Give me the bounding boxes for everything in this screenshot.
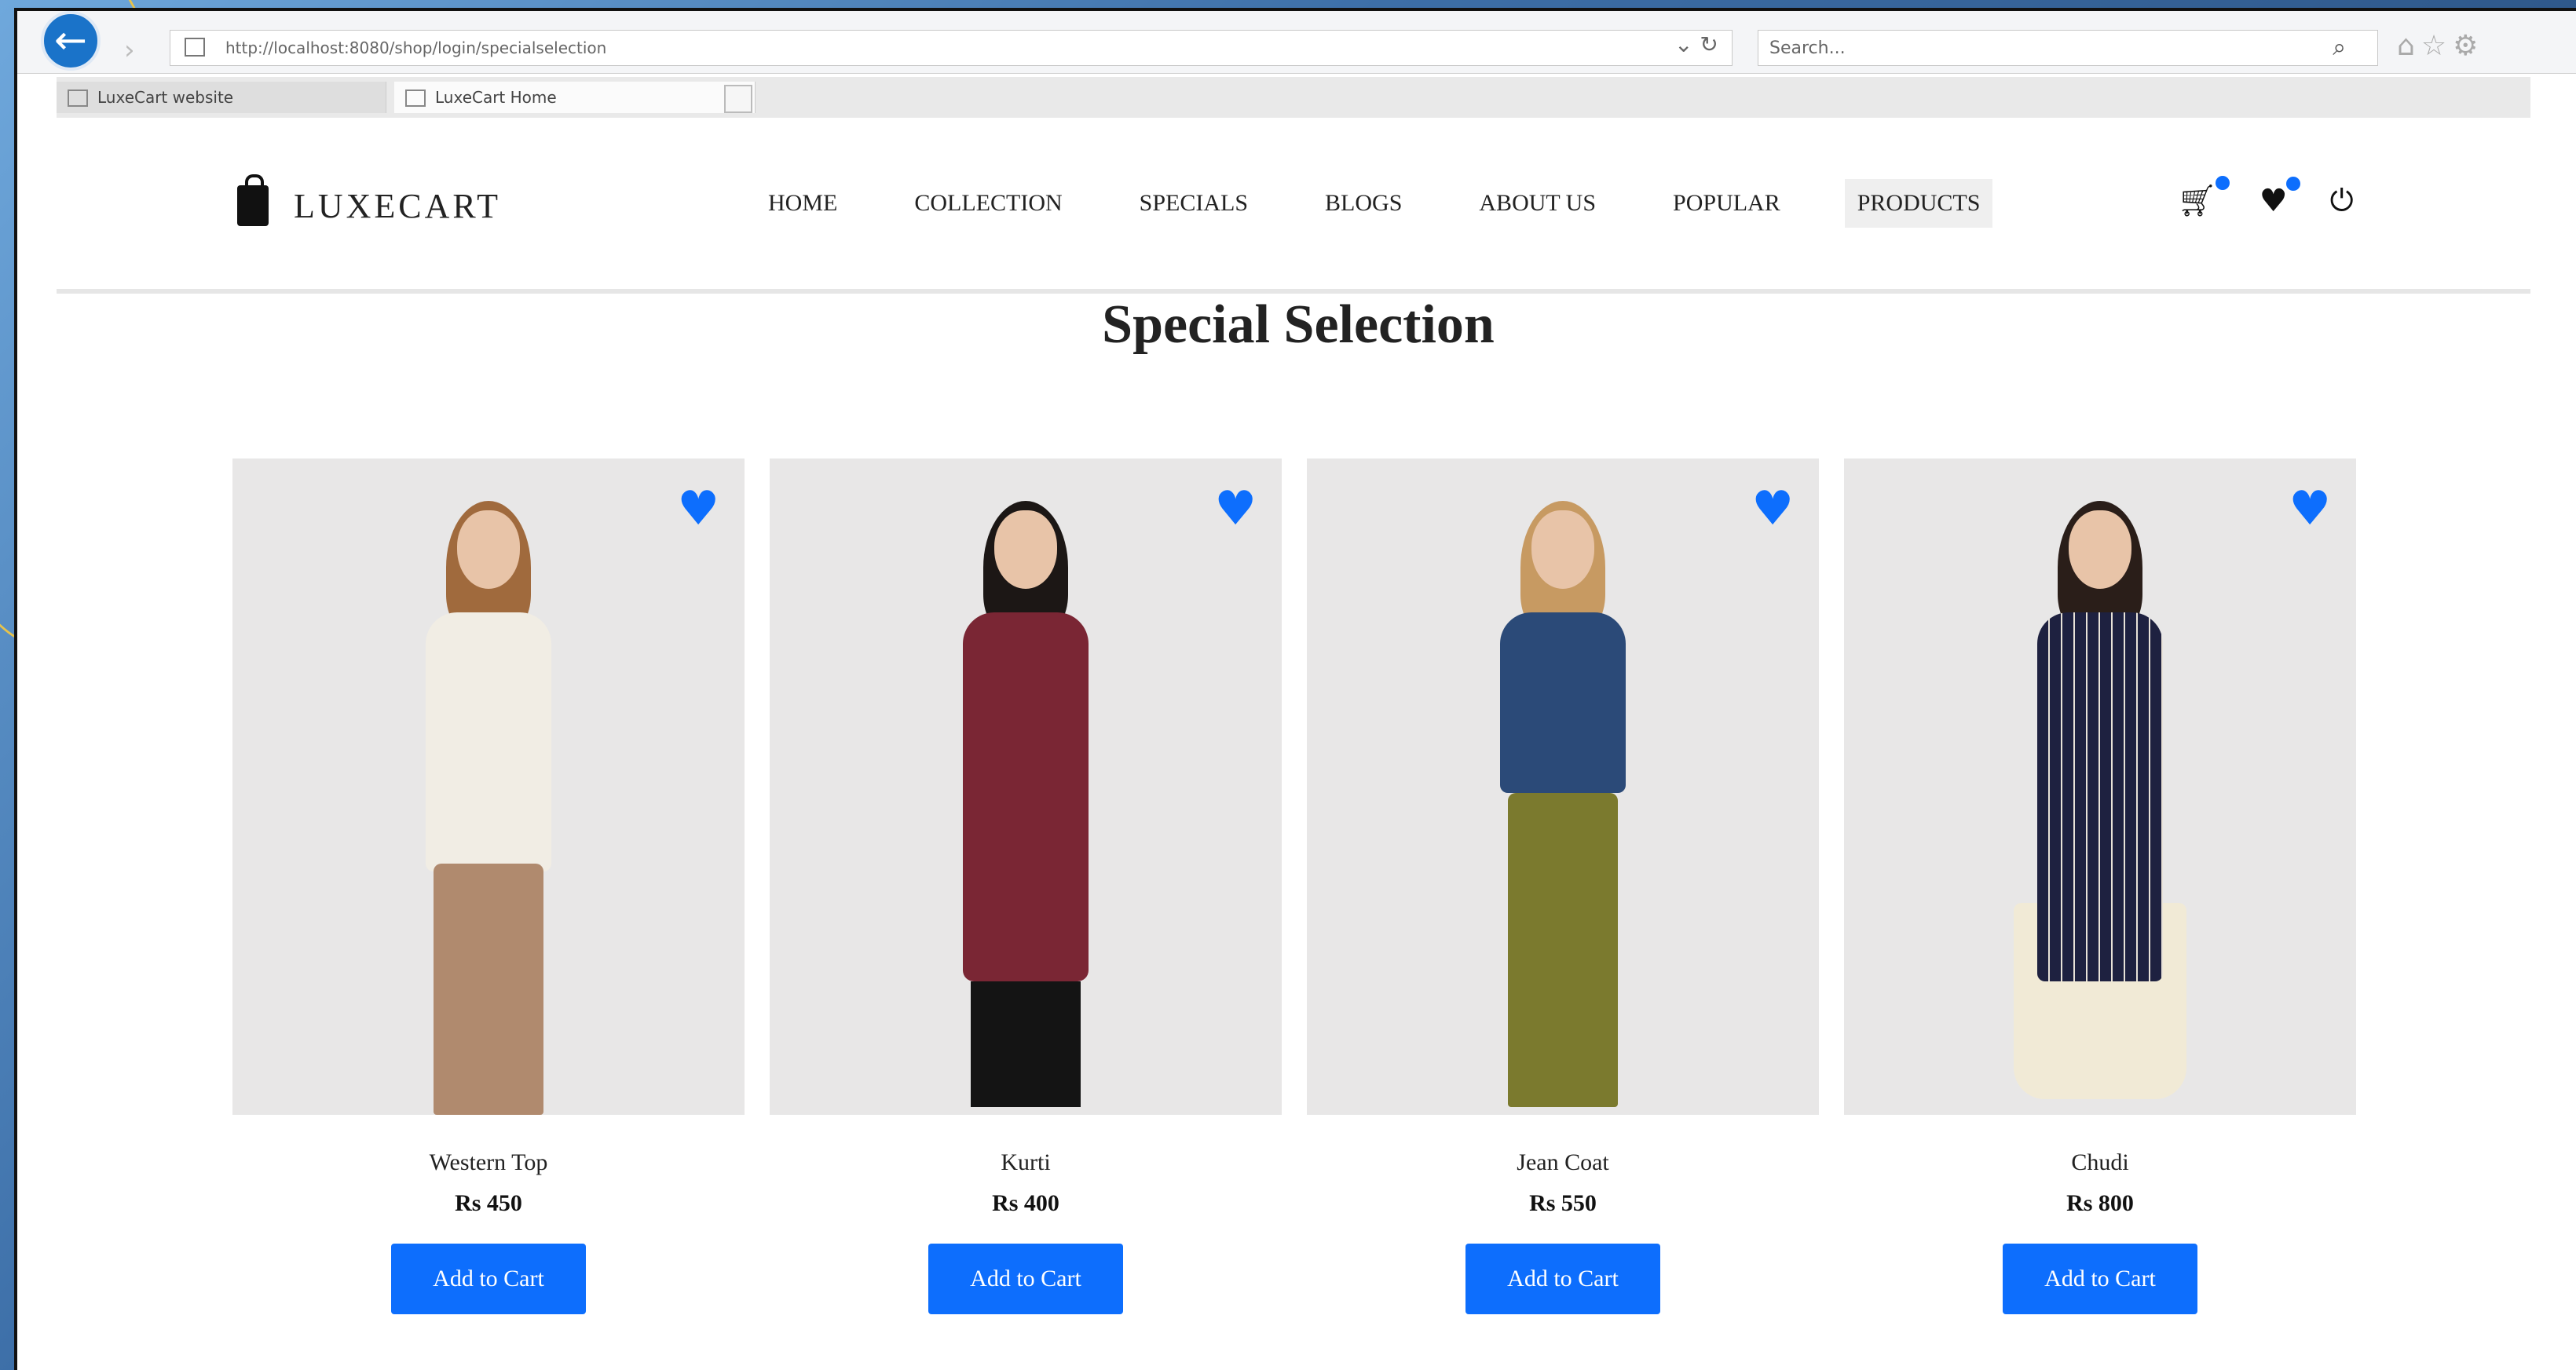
nav-popular[interactable]: POPULAR bbox=[1660, 179, 1793, 228]
model-illustration bbox=[386, 495, 591, 1115]
heart-icon[interactable]: ♥ bbox=[677, 485, 719, 532]
product-image[interactable]: ♥ bbox=[1844, 458, 2356, 1115]
url-text: http://localhost:8080/shop/login/special… bbox=[225, 38, 607, 57]
browser-window: › http://localhost:8080/shop/login/speci… bbox=[14, 8, 2576, 1370]
nav-collection[interactable]: COLLECTION bbox=[902, 179, 1074, 228]
product-card-jean-coat: ♥ Jean Coat Rs 550 Add to Cart bbox=[1307, 458, 1819, 1314]
product-price: Rs 450 bbox=[455, 1190, 522, 1216]
model-illustration bbox=[1998, 495, 2202, 1115]
favorites-star-icon[interactable]: ☆ bbox=[2421, 30, 2453, 62]
new-tab-button[interactable] bbox=[724, 85, 752, 113]
tab-luxecart-home[interactable]: LuxeCart Home × bbox=[394, 82, 756, 113]
product-price: Rs 400 bbox=[992, 1190, 1059, 1216]
add-to-cart-button[interactable]: Add to Cart bbox=[391, 1244, 586, 1314]
brand-name: LUXECART bbox=[294, 186, 502, 225]
brand-logo[interactable]: LUXECART bbox=[237, 174, 502, 226]
cart-icon[interactable]: 🛒︎ bbox=[2177, 176, 2230, 219]
product-card-kurti: ♥ Kurti Rs 400 Add to Cart bbox=[770, 458, 1282, 1314]
nav-specials[interactable]: SPECIALS bbox=[1127, 179, 1261, 228]
wishlist-badge bbox=[2285, 176, 2300, 191]
section-title: Special Selection bbox=[1102, 294, 1495, 355]
product-price: Rs 800 bbox=[2066, 1190, 2134, 1216]
product-card-chudi: ♥ Chudi Rs 800 Add to Cart bbox=[1844, 458, 2356, 1314]
tab-strip: LuxeCart website LuxeCart Home × bbox=[57, 77, 2530, 118]
search-placeholder: Search... bbox=[1769, 38, 1846, 58]
tab-page-icon bbox=[405, 90, 426, 107]
product-name: Chudi bbox=[2071, 1149, 2129, 1175]
product-image[interactable]: ♥ bbox=[232, 458, 745, 1115]
nav-home[interactable]: HOME bbox=[756, 179, 850, 228]
header-actions: 🛒︎ ♥ ⏻ bbox=[2177, 176, 2354, 219]
nav-about-us[interactable]: ABOUT US bbox=[1466, 179, 1608, 228]
product-name: Western Top bbox=[429, 1149, 548, 1175]
tab-luxecart-website[interactable]: LuxeCart website bbox=[57, 82, 386, 113]
nav-products[interactable]: PRODUCTS bbox=[1844, 179, 1993, 228]
product-name: Kurti bbox=[1001, 1149, 1051, 1175]
tab-label: LuxeCart Home bbox=[435, 88, 557, 107]
product-card-western-top: ♥ Western Top Rs 450 Add to Cart bbox=[232, 458, 745, 1314]
shopping-bag-icon bbox=[237, 174, 269, 226]
model-illustration bbox=[1461, 495, 1665, 1115]
page-icon bbox=[185, 38, 205, 57]
address-bar-row: › http://localhost:8080/shop/login/speci… bbox=[17, 11, 2576, 74]
wishlist-heart-icon[interactable]: ♥ bbox=[2259, 176, 2300, 219]
product-name: Jean Coat bbox=[1517, 1149, 1609, 1175]
url-field[interactable]: http://localhost:8080/shop/login/special… bbox=[170, 30, 1733, 66]
product-image[interactable]: ♥ bbox=[770, 458, 1282, 1115]
heart-icon[interactable]: ♥ bbox=[1214, 485, 1257, 532]
search-icon[interactable]: ⌕ bbox=[2333, 34, 2346, 61]
back-arrow-icon[interactable]: ← bbox=[41, 11, 101, 71]
main-nav: HOME COLLECTION SPECIALS BLOGS ABOUT US … bbox=[756, 179, 2044, 228]
model-illustration bbox=[924, 495, 1128, 1115]
browser-search-input[interactable]: Search... ⌕ bbox=[1758, 30, 2378, 66]
add-to-cart-button[interactable]: Add to Cart bbox=[2003, 1244, 2197, 1314]
tab-page-icon bbox=[68, 90, 88, 107]
add-to-cart-button[interactable]: Add to Cart bbox=[1465, 1244, 1660, 1314]
product-image[interactable]: ♥ bbox=[1307, 458, 1819, 1115]
add-to-cart-button[interactable]: Add to Cart bbox=[928, 1244, 1123, 1314]
home-icon[interactable]: ⌂ bbox=[2397, 30, 2421, 62]
heart-icon[interactable]: ♥ bbox=[1751, 485, 1794, 532]
forward-icon[interactable]: › bbox=[124, 35, 156, 66]
browser-toolbar-icons: ⌂☆⚙ bbox=[2397, 30, 2484, 62]
nav-blogs[interactable]: BLOGS bbox=[1312, 179, 1414, 228]
product-price: Rs 550 bbox=[1529, 1190, 1597, 1216]
refresh-icon[interactable]: ⌄ ↻ bbox=[1674, 31, 1718, 57]
settings-gear-icon[interactable]: ⚙ bbox=[2453, 30, 2484, 62]
heart-icon[interactable]: ♥ bbox=[2289, 485, 2331, 532]
power-icon[interactable]: ⏻ bbox=[2330, 183, 2354, 218]
site-header: LUXECART HOME COLLECTION SPECIALS BLOGS … bbox=[57, 129, 2530, 294]
cart-badge bbox=[2215, 176, 2230, 190]
tab-label: LuxeCart website bbox=[97, 88, 234, 107]
